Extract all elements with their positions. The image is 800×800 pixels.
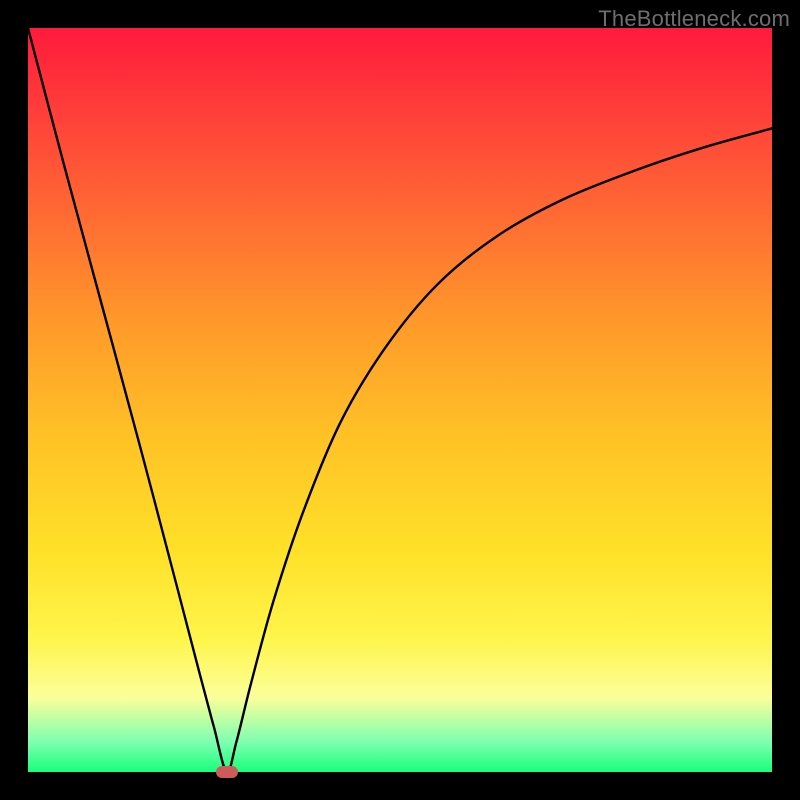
watermark-text: TheBottleneck.com bbox=[598, 6, 790, 32]
minimum-marker bbox=[216, 766, 238, 778]
bottleneck-curve bbox=[28, 28, 772, 772]
chart-frame: TheBottleneck.com bbox=[0, 0, 800, 800]
plot-area bbox=[28, 28, 772, 772]
curve-path bbox=[28, 28, 772, 772]
